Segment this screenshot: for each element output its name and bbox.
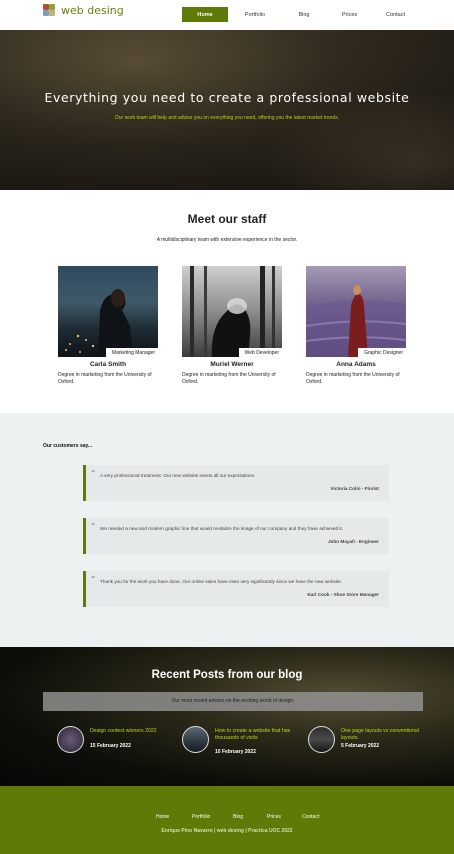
nav-home[interactable]: Home: [182, 7, 228, 22]
staff-role: Marketing Manager: [105, 348, 158, 357]
nav-prices[interactable]: Prices: [326, 7, 373, 22]
main-nav: Home Portfolio Blog Prices Contact: [182, 7, 418, 22]
footer-link-contact[interactable]: Contact: [302, 814, 332, 820]
post-date: 10 February 2022: [215, 749, 256, 755]
footer-credit: Enrique Pino Navarro | web desing | Prac…: [161, 828, 293, 834]
post-title[interactable]: How to create a website that has thousan…: [215, 728, 303, 741]
testimonial-author: Karl Cook - Shoe Store Manager: [307, 592, 379, 597]
staff-card: Marketing Manager Carla Smith Degree in …: [58, 266, 158, 386]
footer-link-prices[interactable]: Prices: [267, 814, 302, 820]
post-title[interactable]: Design contest winners 2022: [90, 728, 178, 735]
testimonial-author: Victoria Colin - Florist: [330, 486, 379, 491]
post-date: 15 February 2022: [90, 743, 131, 749]
logo-text: web desing: [61, 4, 124, 17]
blog-title: Recent Posts from our blog: [151, 669, 303, 681]
staff-name: Muriel Werner: [210, 361, 254, 368]
hero-title: Everything you need to create a professi…: [44, 90, 410, 105]
staff-photo: Web Developer: [182, 266, 282, 357]
site-footer: Home Portfolio Blog Prices Contact Enriq…: [0, 786, 454, 854]
testimonials-section: Our customers say... “ A very profession…: [0, 413, 454, 647]
nav-blog[interactable]: Blog: [282, 7, 326, 22]
footer-nav: Home Portfolio Blog Prices Contact: [156, 814, 332, 820]
quote-icon: “: [91, 522, 96, 531]
staff-title: Meet our staff: [187, 212, 267, 226]
blog-post[interactable]: How to create a website that has thousan…: [182, 726, 312, 756]
testimonials-heading: Our customers say...: [43, 443, 93, 449]
blog-post[interactable]: Design contest winners 2022 15 February …: [57, 726, 187, 756]
hero-banner: Everything you need to create a professi…: [0, 30, 454, 190]
staff-description: Degree in marketing from the University …: [58, 372, 152, 385]
staff-name: Anna Adams: [336, 361, 376, 368]
testimonial-text: We needed a new and modern graphic line …: [100, 526, 344, 531]
footer-link-home[interactable]: Home: [156, 814, 192, 820]
testimonial-text: Thank you for the work you have done. Ou…: [100, 579, 343, 584]
post-thumbnail[interactable]: [57, 726, 84, 753]
staff-description: Degree in marketing from the University …: [306, 372, 400, 385]
staff-description: Degree in marketing from the University …: [182, 372, 276, 385]
blog-background-image: [0, 647, 454, 786]
site-header: web desing Home Portfolio Blog Prices Co…: [0, 0, 454, 30]
nav-contact[interactable]: Contact: [373, 7, 418, 22]
quote-icon: “: [91, 575, 96, 584]
post-title[interactable]: One page layouts vs conventional layouts…: [341, 728, 429, 741]
staff-card: Graphic Designer Anna Adams Degree in ma…: [306, 266, 406, 386]
testimonial-author: John Mayall - Engineer: [327, 539, 379, 544]
staff-role: Web Developer: [238, 348, 282, 357]
blog-subtitle: Our most recent articles on the exciting…: [43, 692, 423, 711]
hero-subtitle: Our work team will help and advise you o…: [114, 115, 340, 121]
nav-portfolio[interactable]: Portfolio: [228, 7, 282, 22]
logo-icon: [43, 4, 56, 17]
testimonial-text: A very professional treatment. Our new w…: [100, 473, 256, 478]
footer-link-blog[interactable]: Blog: [233, 814, 267, 820]
staff-subtitle: A multidisciplinary team with extensive …: [156, 237, 298, 243]
staff-card: Web Developer Muriel Werner Degree in ma…: [182, 266, 282, 386]
blog-post[interactable]: One page layouts vs conventional layouts…: [308, 726, 438, 756]
staff-photo: Marketing Manager: [58, 266, 158, 357]
post-thumbnail[interactable]: [308, 726, 335, 753]
testimonial: “ A very professional treatment. Our new…: [83, 465, 389, 501]
staff-role: Graphic Designer: [358, 348, 406, 357]
footer-link-portfolio[interactable]: Portfolio: [192, 814, 233, 820]
testimonial: “ We needed a new and modern graphic lin…: [83, 518, 389, 554]
blog-section: Recent Posts from our blog Our most rece…: [0, 647, 454, 786]
testimonial: “ Thank you for the work you have done. …: [83, 571, 389, 607]
post-date: 5 February 2022: [341, 743, 380, 749]
logo[interactable]: web desing: [43, 4, 124, 17]
quote-icon: “: [91, 469, 96, 478]
post-thumbnail[interactable]: [182, 726, 209, 753]
staff-photo: Graphic Designer: [306, 266, 406, 357]
staff-name: Carla Smith: [89, 361, 127, 368]
